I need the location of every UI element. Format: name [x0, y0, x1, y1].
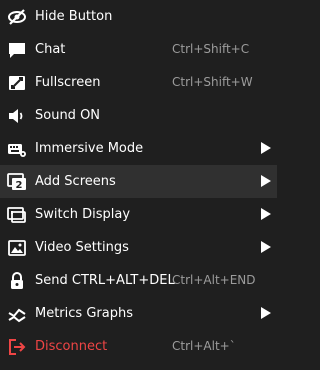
disconnect-icon — [6, 336, 28, 358]
menu-item-chat[interactable]: Chat Ctrl+Shift+C — [0, 33, 277, 66]
menu-item-shortcut: Ctrl+Shift+C — [172, 42, 250, 56]
fullscreen-icon — [6, 72, 28, 94]
chat-bubble-icon — [6, 39, 28, 61]
menu-item-label: Video Settings — [35, 240, 129, 255]
menu-item-label: Disconnect — [35, 339, 108, 354]
menu-item-shortcut: Ctrl+Alt+` — [172, 339, 236, 353]
submenu-arrow-icon — [261, 142, 271, 154]
menu-item-hide-button[interactable]: Hide Button — [0, 0, 277, 33]
switch-display-icon — [6, 204, 28, 226]
menu-item-sound[interactable]: Sound ON — [0, 99, 277, 132]
menu-item-immersive-mode[interactable]: Immersive Mode — [0, 132, 277, 165]
menu-item-disconnect[interactable]: Disconnect Ctrl+Alt+` — [0, 330, 277, 363]
eye-slash-icon — [6, 6, 28, 28]
menu-item-label: Switch Display — [35, 207, 131, 222]
menu-item-shortcut: Ctrl+Shift+W — [172, 75, 253, 89]
svg-text:2: 2 — [16, 180, 23, 191]
keyboard-icon — [6, 138, 28, 160]
speaker-icon — [6, 105, 28, 127]
context-menu: Hide Button Chat Ctrl+Shift+C Fullscreen… — [0, 0, 277, 370]
menu-item-label: Add Screens — [35, 174, 116, 189]
screens-2-icon: 2 — [6, 171, 28, 193]
submenu-arrow-icon — [261, 175, 271, 187]
menu-item-label: Immersive Mode — [35, 141, 144, 156]
menu-item-send-ctrl-alt-del[interactable]: Send CTRL+ALT+DEL Ctrl+Alt+END — [0, 264, 277, 297]
lock-icon — [6, 270, 28, 292]
menu-item-label: Send CTRL+ALT+DEL — [35, 273, 175, 288]
menu-item-switch-display[interactable]: Switch Display — [0, 198, 277, 231]
menu-item-label: Sound ON — [35, 108, 101, 123]
menu-item-fullscreen[interactable]: Fullscreen Ctrl+Shift+W — [0, 66, 277, 99]
menu-item-label: Fullscreen — [35, 75, 101, 90]
image-settings-icon — [6, 237, 28, 259]
submenu-arrow-icon — [261, 208, 271, 220]
menu-item-add-screens[interactable]: 2 Add Screens — [0, 165, 277, 198]
menu-item-shortcut: Ctrl+Alt+END — [172, 273, 256, 287]
submenu-arrow-icon — [261, 241, 271, 253]
graph-icon — [6, 303, 28, 325]
submenu-arrow-icon — [261, 307, 271, 319]
menu-item-label: Hide Button — [35, 9, 113, 24]
menu-item-metrics-graphs[interactable]: Metrics Graphs — [0, 297, 277, 330]
menu-item-label: Chat — [35, 42, 66, 57]
menu-item-video-settings[interactable]: Video Settings — [0, 231, 277, 264]
menu-item-label: Metrics Graphs — [35, 306, 133, 321]
